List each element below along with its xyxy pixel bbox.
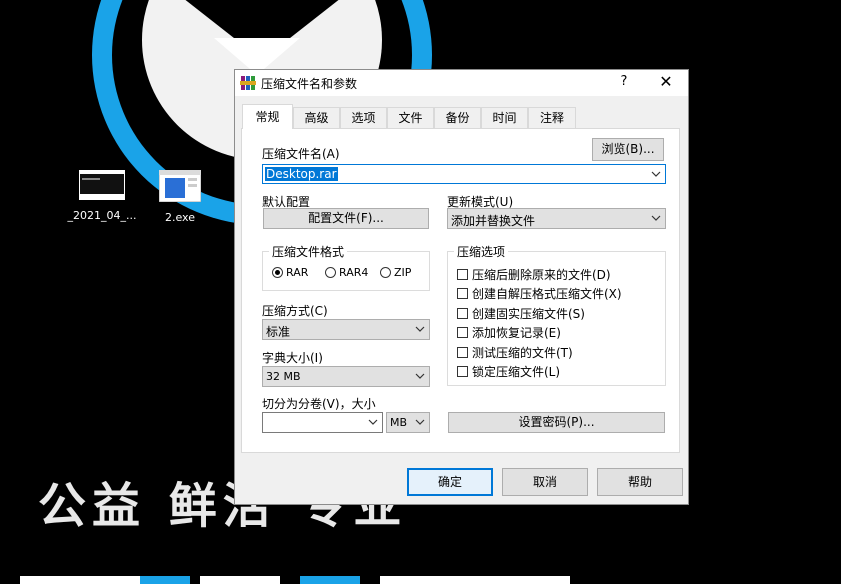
browse-button[interactable]: 浏览(B)... <box>592 138 664 161</box>
radio-indicator <box>325 267 336 278</box>
tab-general[interactable]: 常规 <box>242 104 293 129</box>
set-password-button[interactable]: 设置密码(P)... <box>448 412 665 433</box>
chevron-down-icon <box>415 373 425 379</box>
checkbox-indicator <box>457 366 468 377</box>
split-label: 切分为分卷(V)，大小 <box>262 397 376 411</box>
dialog-title: 压缩文件名和参数 <box>261 77 358 91</box>
image-file-icon <box>79 170 125 200</box>
archive-name-input[interactable]: Desktop.rar <box>262 164 666 184</box>
option-delete-files[interactable]: 压缩后删除原来的文件(D) <box>457 266 611 283</box>
chevron-down-icon[interactable] <box>651 169 661 179</box>
dict-value: 32 MB <box>266 370 301 383</box>
help-button[interactable]: 帮助 <box>597 468 683 496</box>
chevron-down-icon <box>415 326 425 332</box>
chevron-down-icon[interactable] <box>368 417 378 427</box>
tab-files[interactable]: 文件 <box>387 107 434 128</box>
tab-options[interactable]: 选项 <box>340 107 387 128</box>
method-label: 压缩方式(C) <box>262 304 328 318</box>
checkbox-label: 测试压缩的文件(T) <box>472 346 573 360</box>
tab-panel-general: 压缩文件名(A) 浏览(B)... Desktop.rar 默认配置 配置文件(… <box>241 128 680 453</box>
cancel-button[interactable]: 取消 <box>502 468 588 496</box>
tab-time[interactable]: 时间 <box>481 107 528 128</box>
desktop-icon-label: _2021_04_... <box>67 209 137 222</box>
checkbox-label: 添加恢复记录(E) <box>472 326 561 340</box>
radio-indicator <box>272 267 283 278</box>
desktop-icon-exe[interactable]: 2.exe <box>140 169 220 224</box>
profiles-button[interactable]: 配置文件(F)... <box>263 208 429 229</box>
update-mode-select[interactable]: 添加并替换文件 <box>447 208 666 229</box>
checkbox-label: 压缩后删除原来的文件(D) <box>472 268 611 282</box>
split-size-input[interactable] <box>262 412 383 433</box>
tab-backup[interactable]: 备份 <box>434 107 481 128</box>
desktop-icon-image[interactable]: _2021_04_... <box>62 170 142 222</box>
format-group: 压缩文件格式 RAR RAR4 ZIP <box>262 243 430 291</box>
option-create-sfx[interactable]: 创建自解压格式压缩文件(X) <box>457 285 622 302</box>
format-group-title: 压缩文件格式 <box>269 243 348 260</box>
option-test-files[interactable]: 测试压缩的文件(T) <box>457 344 573 361</box>
exe-file-icon <box>158 169 202 203</box>
method-value: 标准 <box>266 325 291 339</box>
option-solid-archive[interactable]: 创建固实压缩文件(S) <box>457 305 585 322</box>
radio-rar[interactable]: RAR <box>272 266 308 279</box>
winrar-icon <box>240 76 256 90</box>
title-bar[interactable]: 压缩文件名和参数 ? ✕ <box>235 70 688 96</box>
archive-name-label: 压缩文件名(A) <box>262 147 340 161</box>
checkbox-label: 创建自解压格式压缩文件(X) <box>472 287 622 301</box>
method-select[interactable]: 标准 <box>262 319 430 340</box>
desktop-icon-label: 2.exe <box>164 211 195 224</box>
options-group: 压缩选项 压缩后删除原来的文件(D) 创建自解压格式压缩文件(X) 创建固实压缩… <box>447 243 666 386</box>
update-mode-value: 添加并替换文件 <box>451 214 536 228</box>
checkbox-label: 创建固实压缩文件(S) <box>472 307 585 321</box>
checkbox-indicator <box>457 308 468 319</box>
radio-label: RAR4 <box>339 266 369 279</box>
archive-name-value: Desktop.rar <box>265 167 338 181</box>
radio-zip[interactable]: ZIP <box>380 266 411 279</box>
checkbox-indicator <box>457 347 468 358</box>
checkbox-indicator <box>457 327 468 338</box>
radio-indicator <box>380 267 391 278</box>
checkbox-label: 锁定压缩文件(L) <box>472 365 561 379</box>
ok-button[interactable]: 确定 <box>407 468 493 496</box>
checkbox-indicator <box>457 288 468 299</box>
radio-label: ZIP <box>394 266 412 279</box>
tab-advanced[interactable]: 高级 <box>293 107 340 128</box>
chevron-down-icon <box>415 419 425 425</box>
chevron-down-icon <box>651 215 661 221</box>
tab-comment[interactable]: 注释 <box>528 107 576 128</box>
radio-rar4[interactable]: RAR4 <box>325 266 368 279</box>
options-group-title: 压缩选项 <box>454 243 509 260</box>
close-icon[interactable]: ✕ <box>655 72 677 91</box>
dict-select[interactable]: 32 MB <box>262 366 430 387</box>
dict-label: 字典大小(I) <box>262 351 323 365</box>
split-unit-value: MB <box>390 416 408 429</box>
option-recovery-record[interactable]: 添加恢复记录(E) <box>457 324 561 341</box>
archive-dialog: 压缩文件名和参数 ? ✕ 常规 高级 选项 文件 备份 时间 注释 压缩文件名(… <box>234 69 689 505</box>
radio-label: RAR <box>286 266 309 279</box>
checkbox-indicator <box>457 269 468 280</box>
option-lock-archive[interactable]: 锁定压缩文件(L) <box>457 363 560 380</box>
split-unit-select[interactable]: MB <box>386 412 430 433</box>
help-icon[interactable]: ? <box>617 74 631 89</box>
